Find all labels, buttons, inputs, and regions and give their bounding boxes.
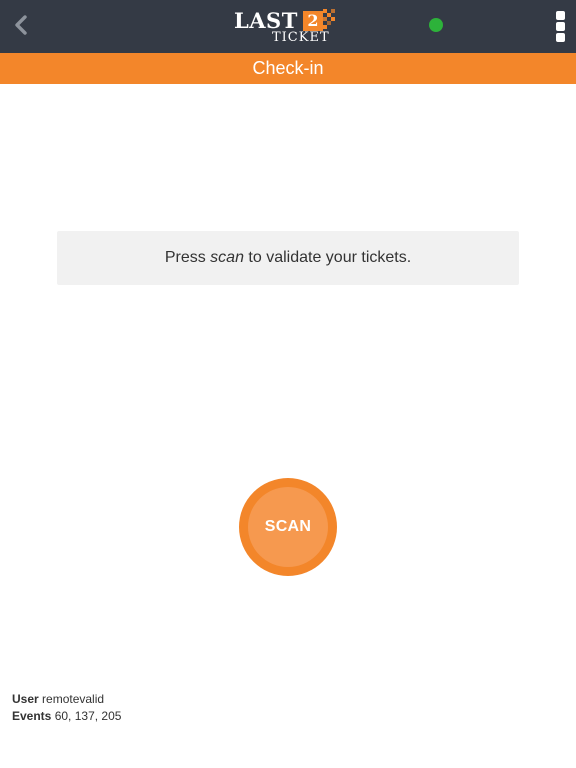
online-status-icon: [429, 18, 443, 32]
chevron-left-icon: [15, 15, 27, 35]
app-header: LAST 2 TICKET: [0, 0, 576, 53]
menu-dot-icon: [556, 22, 565, 31]
menu-dot-icon: [556, 11, 565, 20]
message-suffix: to validate your tickets.: [243, 249, 412, 266]
user-info: User remotevalid: [12, 692, 104, 707]
user-value: remotevalid: [42, 692, 105, 706]
scan-button[interactable]: SCAN: [239, 478, 337, 576]
message-prefix: Press: [164, 249, 211, 266]
back-button[interactable]: [6, 8, 36, 42]
events-info: Events 60, 137, 205: [12, 709, 121, 724]
logo-badge: 2: [303, 11, 323, 31]
logo-text-sub: TICKET: [272, 30, 330, 45]
events-value: 60, 137, 205: [54, 709, 122, 723]
message-emphasis: scan: [210, 249, 244, 266]
scan-button-label: SCAN: [248, 487, 328, 567]
overflow-menu-button[interactable]: [548, 8, 574, 44]
user-label: User: [12, 692, 39, 706]
page-title: Check-in: [0, 53, 576, 84]
instruction-message: Press scan to validate your tickets.: [57, 231, 519, 285]
app-logo: LAST 2 TICKET: [234, 7, 335, 47]
menu-dot-icon: [556, 33, 565, 42]
events-label: Events: [12, 709, 52, 723]
logo-pixels-icon: [323, 9, 335, 29]
check-in-screen: LAST 2 TICKET Check-in Press scan to val…: [0, 0, 576, 768]
